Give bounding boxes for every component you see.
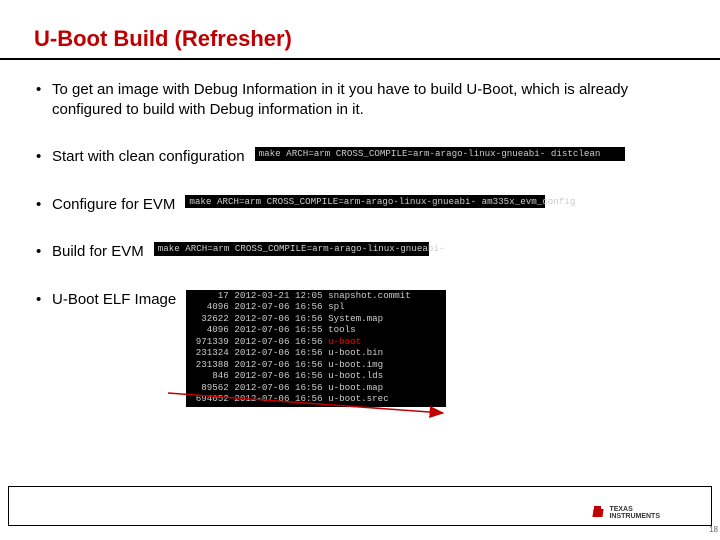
listing-row: 231388 2012-07-06 16:56 u-boot.img [190, 359, 442, 371]
terminal-clean: make ARCH=arm CROSS_COMPILE=arm-arago-li… [255, 147, 625, 161]
listing-row: 971339 2012-07-06 16:56 u-boot [190, 336, 442, 348]
bullet-configure-text: Configure for EVM [52, 195, 175, 215]
bullet-elf-text: U-Boot ELF Image [52, 290, 176, 310]
listing-row: 4096 2012-07-06 16:56 spl [190, 301, 442, 313]
bullet-intro: To get an image with Debug Information i… [34, 80, 686, 119]
listing-row: 89562 2012-07-06 16:56 u-boot.map [190, 382, 442, 394]
ti-logo: TEXAS INSTRUMENTS [592, 506, 660, 520]
brand-line1: TEXAS [609, 506, 660, 513]
bullet-clean-text: Start with clean configuration [52, 147, 245, 167]
terminal-build: make ARCH=arm CROSS_COMPILE=arm-arago-li… [154, 242, 429, 256]
bullet-intro-text: To get an image with Debug Information i… [52, 81, 628, 118]
bullet-build: Build for EVM make ARCH=arm CROSS_COMPIL… [34, 242, 686, 262]
listing-row: 231324 2012-07-06 16:56 u-boot.bin [190, 347, 442, 359]
terminal-configure: make ARCH=arm CROSS_COMPILE=arm-arago-li… [185, 195, 545, 209]
bullet-build-text: Build for EVM [52, 242, 144, 262]
listing-row: 846 2012-07-06 16:56 u-boot.lds [190, 370, 442, 382]
bullet-elf: U-Boot ELF Image 17 2012-03-21 12:05 sna… [34, 290, 686, 407]
file-listing: 17 2012-03-21 12:05 snapshot.commit 4096… [186, 290, 446, 407]
ti-chip-icon [592, 506, 606, 520]
listing-row: 17 2012-03-21 12:05 snapshot.commit [190, 290, 442, 302]
bullet-configure: Configure for EVM make ARCH=arm CROSS_CO… [34, 195, 686, 215]
brand-line2: INSTRUMENTS [609, 513, 660, 520]
bullet-clean: Start with clean configuration make ARCH… [34, 147, 686, 167]
listing-row: 4096 2012-07-06 16:55 tools [190, 324, 442, 336]
page-number: 18 [709, 525, 718, 534]
listing-row: 694052 2012-07-06 16:56 u-boot.srec [190, 393, 442, 405]
slide-title: U-Boot Build (Refresher) [34, 26, 686, 52]
title-divider [0, 58, 720, 60]
listing-row: 32622 2012-07-06 16:56 System.map [190, 313, 442, 325]
